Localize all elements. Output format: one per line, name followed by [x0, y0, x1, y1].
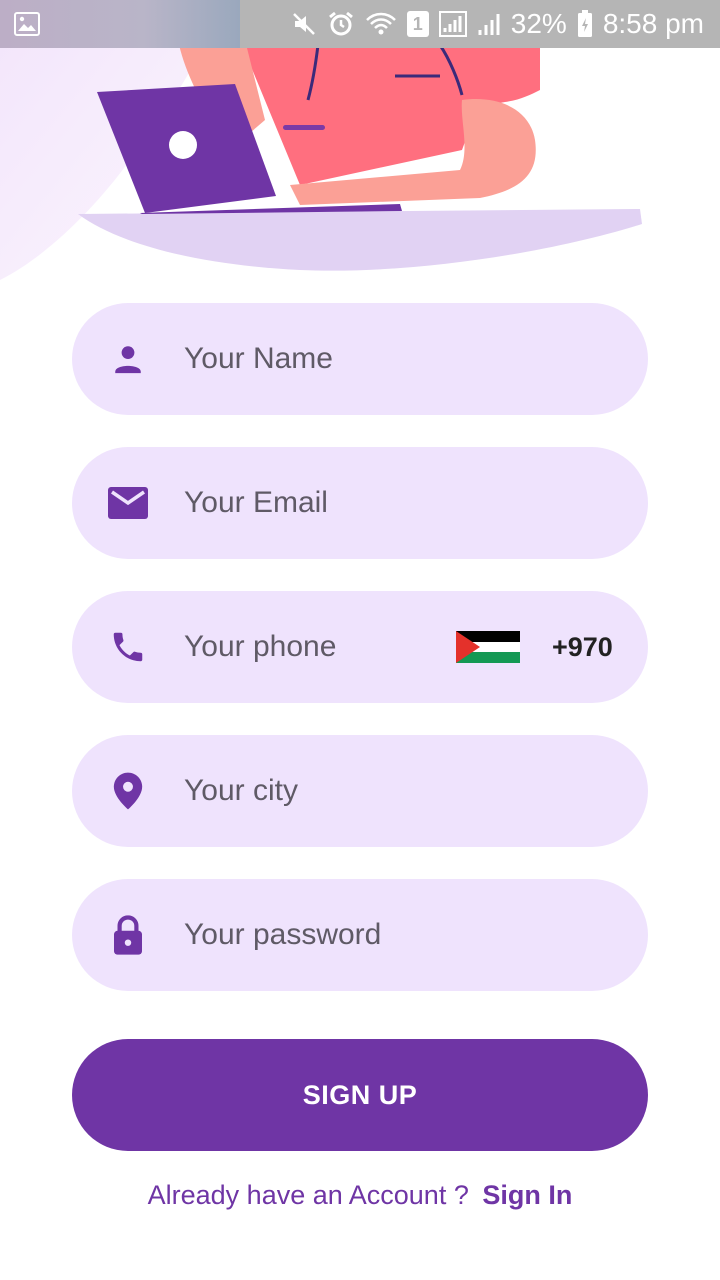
battery-icon — [577, 10, 593, 38]
phone-field[interactable]: +970 — [72, 591, 648, 703]
image-icon — [14, 12, 40, 41]
city-input[interactable] — [184, 763, 484, 819]
signup-form: +970 — [72, 303, 648, 1023]
sim-slot-number: 1 — [412, 14, 423, 34]
palestine-flag-icon[interactable] — [456, 631, 520, 663]
battery-percentage: 32% — [510, 8, 567, 39]
signup-screen: 1 32% 8:58 pm Your Name Your Email Your … — [0, 0, 720, 1280]
phone-icon — [108, 627, 148, 667]
password-input[interactable] — [184, 907, 484, 963]
sim-icon: 1 — [406, 11, 429, 37]
status-icons: 1 32% 8:58 pm — [291, 0, 704, 48]
status-bar: 1 32% 8:58 pm — [0, 0, 720, 48]
mute-icon — [291, 11, 317, 37]
signup-button[interactable]: SIGN UP — [72, 1039, 648, 1151]
wifi-icon — [365, 11, 397, 37]
email-input[interactable] — [184, 475, 484, 531]
signin-prompt-text: Already have an Account ? — [147, 1180, 469, 1210]
person-icon — [108, 339, 148, 379]
location-pin-icon — [108, 771, 148, 811]
mail-icon — [108, 483, 148, 523]
name-input[interactable] — [184, 331, 484, 387]
name-field[interactable] — [72, 303, 648, 415]
alarm-icon — [327, 10, 355, 38]
password-field[interactable] — [72, 879, 648, 991]
email-field[interactable] — [72, 447, 648, 559]
signal-icon-2 — [477, 11, 501, 37]
lock-icon — [108, 915, 148, 955]
country-dial-code[interactable]: +970 — [552, 631, 613, 663]
signin-prompt: Already have an Account ? Sign In — [0, 1180, 720, 1211]
phone-input[interactable] — [184, 619, 444, 675]
signal-icon — [438, 11, 467, 37]
signin-link[interactable]: Sign In — [482, 1180, 572, 1210]
city-field[interactable] — [72, 735, 648, 847]
clock-time: 8:58 pm — [602, 8, 704, 39]
